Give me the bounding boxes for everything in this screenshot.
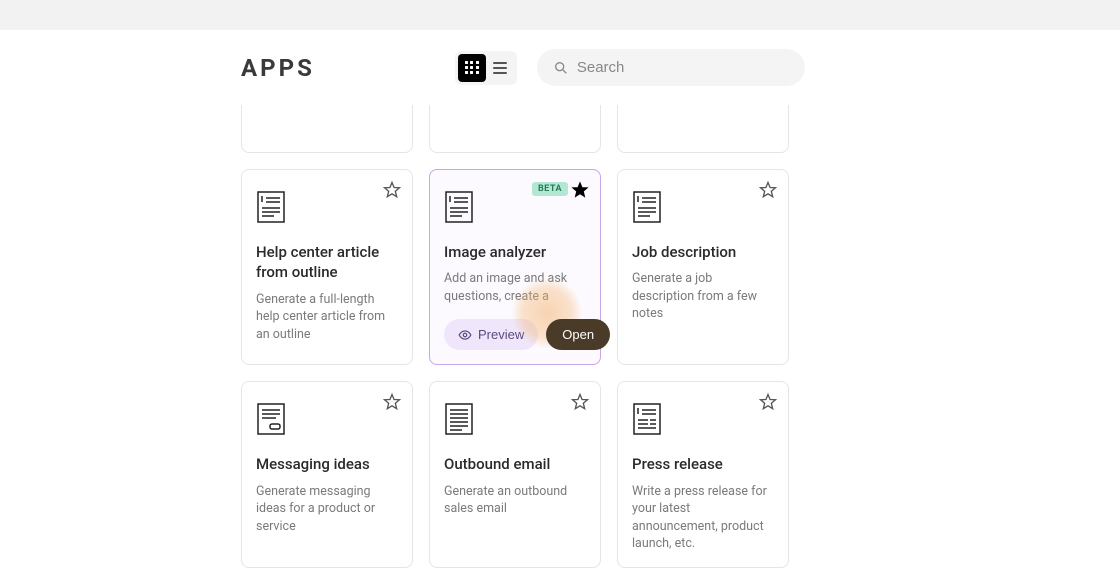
list-view-button[interactable]: [486, 54, 514, 82]
card-help-center[interactable]: Help center article from outline Generat…: [241, 169, 413, 365]
favorite-button[interactable]: [758, 392, 778, 412]
document-icon: [632, 190, 662, 224]
star-outline-icon: [382, 392, 402, 412]
eye-icon: [458, 328, 472, 342]
list-icon: [493, 62, 507, 74]
card-title: Outbound email: [444, 454, 586, 474]
favorite-button[interactable]: [382, 180, 402, 200]
card-title: Help center article from outline: [256, 242, 398, 283]
card-description: Generate an outbound sales email: [444, 483, 586, 518]
preview-label: Preview: [478, 327, 524, 342]
star-outline-icon: [382, 180, 402, 200]
card-description: Add an image and ask questions, create a: [444, 270, 586, 305]
card-title: Job description: [632, 242, 774, 262]
card-press-release[interactable]: Press release Write a press release for …: [617, 381, 789, 567]
card-description: Write a press release for your latest an…: [632, 483, 774, 553]
page-header: APPS: [241, 30, 1120, 105]
card-partial[interactable]: [241, 105, 413, 153]
star-filled-icon: [570, 180, 590, 200]
beta-badge: BETA: [532, 182, 568, 196]
star-outline-icon: [758, 392, 778, 412]
card-description: Generate a job description from a few no…: [632, 270, 774, 323]
card-title: Image analyzer: [444, 242, 586, 262]
search-box[interactable]: [537, 49, 805, 86]
card-title: Press release: [632, 454, 774, 474]
view-toggle: [455, 51, 517, 85]
card-messaging-ideas[interactable]: Messaging ideas Generate messaging ideas…: [241, 381, 413, 567]
document-lines-icon: [444, 402, 474, 436]
star-outline-icon: [758, 180, 778, 200]
card-partial[interactable]: [429, 105, 601, 153]
star-outline-icon: [570, 392, 590, 412]
document-press-icon: [632, 402, 662, 436]
page-title: APPS: [241, 54, 315, 82]
favorite-button[interactable]: [570, 180, 590, 200]
card-job-description[interactable]: Job description Generate a job descripti…: [617, 169, 789, 365]
document-icon: [256, 190, 286, 224]
favorite-button[interactable]: [758, 180, 778, 200]
card-outbound-email[interactable]: Outbound email Generate an outbound sale…: [429, 381, 601, 567]
grid-view-button[interactable]: [458, 54, 486, 82]
document-notes-icon: [256, 402, 286, 436]
card-title: Messaging ideas: [256, 454, 398, 474]
grid-icon: [465, 61, 479, 75]
search-icon: [553, 60, 569, 76]
preview-button[interactable]: Preview: [444, 319, 538, 350]
top-bar: [0, 0, 1120, 30]
open-button[interactable]: Open: [546, 319, 610, 350]
cards-grid: Help center article from outline Generat…: [241, 105, 1120, 568]
open-label: Open: [562, 327, 594, 342]
search-input[interactable]: [577, 59, 789, 76]
card-image-analyzer[interactable]: BETA Image analyzer Add an image and ask…: [429, 169, 601, 365]
card-actions: Preview Open: [444, 319, 586, 350]
favorite-button[interactable]: [382, 392, 402, 412]
document-icon: [444, 190, 474, 224]
favorite-button[interactable]: [570, 392, 590, 412]
card-description: Generate messaging ideas for a product o…: [256, 483, 398, 536]
card-description: Generate a full-length help center artic…: [256, 291, 398, 344]
card-partial[interactable]: [617, 105, 789, 153]
